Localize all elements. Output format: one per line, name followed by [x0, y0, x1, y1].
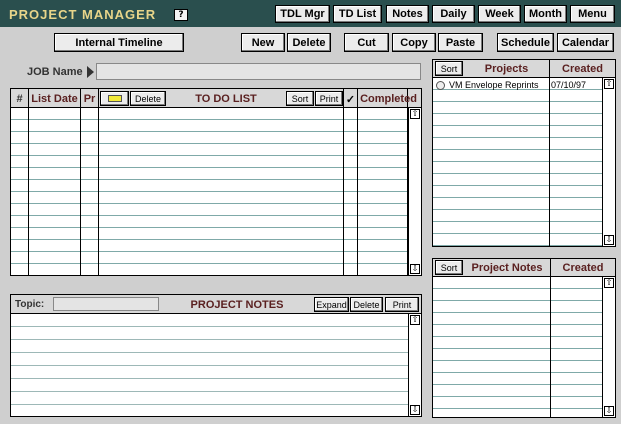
- scroll-up-icon[interactable]: ⇧: [604, 79, 614, 89]
- column-project-notes: Project Notes: [471, 262, 543, 274]
- topic-field[interactable]: [53, 297, 159, 311]
- todo-sort-button[interactable]: Sort: [286, 91, 314, 106]
- cut-button[interactable]: Cut: [344, 33, 389, 52]
- project-select-radio[interactable]: [436, 81, 445, 90]
- td-list-button[interactable]: TD List: [333, 5, 382, 23]
- color-swatch-icon: [107, 95, 122, 102]
- projects-sort-button[interactable]: Sort: [435, 61, 463, 76]
- notes-scrollbar[interactable]: ⇧ ⇩: [408, 314, 420, 416]
- internal-timeline-button[interactable]: Internal Timeline: [54, 33, 184, 52]
- column-list-date: List Date: [31, 93, 78, 105]
- calendar-button[interactable]: Calendar: [557, 33, 614, 52]
- completed-check-icon: ✓: [345, 93, 356, 106]
- todo-scrollbar[interactable]: ⇧ ⇩: [408, 108, 420, 275]
- schedule-button[interactable]: Schedule: [497, 33, 554, 52]
- column-completed: Completed: [360, 93, 417, 105]
- project-notes-list-rows[interactable]: [433, 277, 602, 417]
- app-title: PROJECT MANAGER: [9, 7, 157, 22]
- notes-delete-button[interactable]: Delete: [350, 297, 383, 312]
- topic-label: Topic:: [15, 299, 45, 310]
- todo-delete-button[interactable]: Delete: [130, 91, 166, 106]
- column-number: #: [16, 93, 23, 105]
- notes-button[interactable]: Notes: [386, 5, 429, 23]
- scroll-up-icon[interactable]: ⇧: [604, 278, 614, 288]
- copy-button[interactable]: Copy: [392, 33, 436, 52]
- menu-button[interactable]: Menu: [570, 5, 615, 23]
- job-name-arrow-icon: [87, 66, 94, 78]
- scroll-down-icon[interactable]: ⇩: [410, 264, 420, 274]
- todo-print-button[interactable]: Print: [315, 91, 343, 106]
- color-swatch-button[interactable]: [100, 91, 129, 106]
- week-button[interactable]: Week: [478, 5, 521, 23]
- project-notes-sort-button[interactable]: Sort: [435, 260, 463, 275]
- project-notes-list-scrollbar[interactable]: ⇧ ⇩: [602, 277, 614, 417]
- scroll-down-icon[interactable]: ⇩: [410, 405, 420, 415]
- projects-panel: Sort Projects Created VM Envelope Reprin…: [432, 59, 616, 247]
- column-projects: Projects: [484, 63, 529, 75]
- project-notes-list-panel: Sort Project Notes Created ⇧ ⇩: [432, 258, 616, 418]
- delete-button[interactable]: Delete: [287, 33, 331, 52]
- todo-list-rows[interactable]: [11, 108, 408, 275]
- job-name-label: JOB Name: [27, 66, 83, 78]
- column-notes-created: Created: [562, 262, 604, 274]
- projects-rows[interactable]: [433, 78, 602, 246]
- project-notes-text-area[interactable]: [11, 314, 408, 416]
- month-button[interactable]: Month: [524, 5, 567, 23]
- column-priority: Pr: [83, 93, 96, 105]
- help-button[interactable]: ?: [174, 9, 188, 21]
- scroll-up-icon[interactable]: ⇧: [410, 109, 420, 119]
- column-created: Created: [562, 63, 603, 75]
- scroll-down-icon[interactable]: ⇩: [604, 406, 614, 416]
- notes-print-button[interactable]: Print: [385, 297, 419, 312]
- scroll-up-icon[interactable]: ⇧: [410, 315, 420, 325]
- project-name-cell[interactable]: VM Envelope Reprints: [449, 80, 539, 90]
- job-name-field[interactable]: [96, 63, 421, 80]
- project-notes-panel: Topic: PROJECT NOTES Expand Delete Print…: [10, 294, 422, 417]
- new-button[interactable]: New: [241, 33, 285, 52]
- todo-list-title: TO DO LIST: [195, 93, 257, 105]
- daily-button[interactable]: Daily: [432, 5, 475, 23]
- scroll-down-icon[interactable]: ⇩: [604, 235, 614, 245]
- projects-scrollbar[interactable]: ⇧ ⇩: [602, 78, 614, 246]
- notes-expand-button[interactable]: Expand: [314, 297, 349, 312]
- todo-list-panel: # List Date Pr Delete TO DO LIST Sort Pr…: [10, 88, 422, 276]
- tdl-mgr-button[interactable]: TDL Mgr: [275, 5, 330, 23]
- project-notes-title: PROJECT NOTES: [190, 299, 284, 311]
- project-created-cell: 07/10/97: [551, 80, 587, 90]
- paste-button[interactable]: Paste: [438, 33, 483, 52]
